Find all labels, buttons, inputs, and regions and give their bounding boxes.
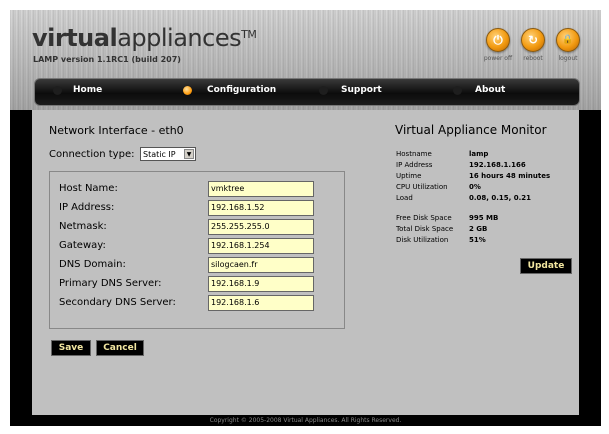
- chevron-down-icon[interactable]: ▼: [184, 149, 194, 159]
- footer-copyright: Copyright © 2005-2008 Virtual Appliances…: [209, 417, 402, 424]
- network-interface-title: Network Interface - eth0: [49, 124, 184, 137]
- connection-type-value: Static IP: [143, 150, 176, 159]
- reboot-icon[interactable]: ↻: [521, 28, 545, 52]
- monitor-title: Virtual Appliance Monitor: [395, 123, 547, 137]
- gateway-input[interactable]: 192.168.1.254: [208, 238, 314, 254]
- logout-label: logout: [558, 55, 578, 62]
- netmask-label: Netmask:: [59, 221, 107, 232]
- primary-dns-input[interactable]: 192.168.1.9: [208, 276, 314, 292]
- network-form: Host Name: vmktree IP Address: 192.168.1…: [49, 171, 345, 329]
- ip-address-input[interactable]: 192.168.1.52: [208, 200, 314, 216]
- ip-address-label: IP Address:: [59, 202, 115, 213]
- host-name-label: Host Name:: [59, 183, 118, 194]
- header: virtualappliancesTM LAMP version 1.1RC1 …: [10, 10, 601, 110]
- nav-dot-configuration-icon: [183, 86, 192, 95]
- connection-type-select[interactable]: Static IP ▼: [140, 147, 196, 161]
- cancel-button[interactable]: Cancel: [96, 340, 144, 356]
- primary-dns-label: Primary DNS Server:: [59, 278, 162, 289]
- secondary-dns-label: Secondary DNS Server:: [59, 297, 176, 308]
- logo: virtualappliancesTM: [32, 24, 257, 52]
- gateway-label: Gateway:: [59, 240, 106, 251]
- reboot-label: reboot: [523, 55, 543, 62]
- nav-about[interactable]: About: [475, 79, 505, 105]
- power-off-control[interactable]: ⏻ power off: [478, 28, 518, 62]
- app-window: virtualappliancesTM LAMP version 1.1RC1 …: [10, 10, 601, 426]
- nav-configuration[interactable]: Configuration: [207, 79, 276, 105]
- main-nav: Home Configuration Support About: [34, 78, 580, 106]
- nav-dot-support-icon: [319, 86, 328, 95]
- content-panel: Network Interface - eth0 Connection type…: [32, 110, 579, 415]
- netmask-input[interactable]: 255.255.255.0: [208, 219, 314, 235]
- power-off-label: power off: [483, 55, 513, 62]
- connection-type-label: Connection type:: [49, 149, 135, 160]
- lock-icon[interactable]: 🔒: [556, 28, 580, 52]
- nav-support[interactable]: Support: [341, 79, 382, 105]
- host-name-input[interactable]: vmktree: [208, 181, 314, 197]
- version-label: LAMP version 1.1RC1 (build 207): [33, 55, 181, 64]
- reboot-control[interactable]: ↻ reboot: [513, 28, 553, 62]
- logout-control[interactable]: 🔒 logout: [548, 28, 588, 62]
- dns-domain-label: DNS Domain:: [59, 259, 126, 270]
- nav-dot-home-icon: [53, 86, 62, 95]
- nav-dot-about-icon: [453, 86, 462, 95]
- save-button[interactable]: Save: [51, 340, 91, 356]
- secondary-dns-input[interactable]: 192.168.1.6: [208, 295, 314, 311]
- nav-home[interactable]: Home: [73, 79, 102, 105]
- dns-domain-input[interactable]: silogcaen.fr: [208, 257, 314, 273]
- power-icon[interactable]: ⏻: [486, 28, 510, 52]
- update-button[interactable]: Update: [520, 258, 572, 274]
